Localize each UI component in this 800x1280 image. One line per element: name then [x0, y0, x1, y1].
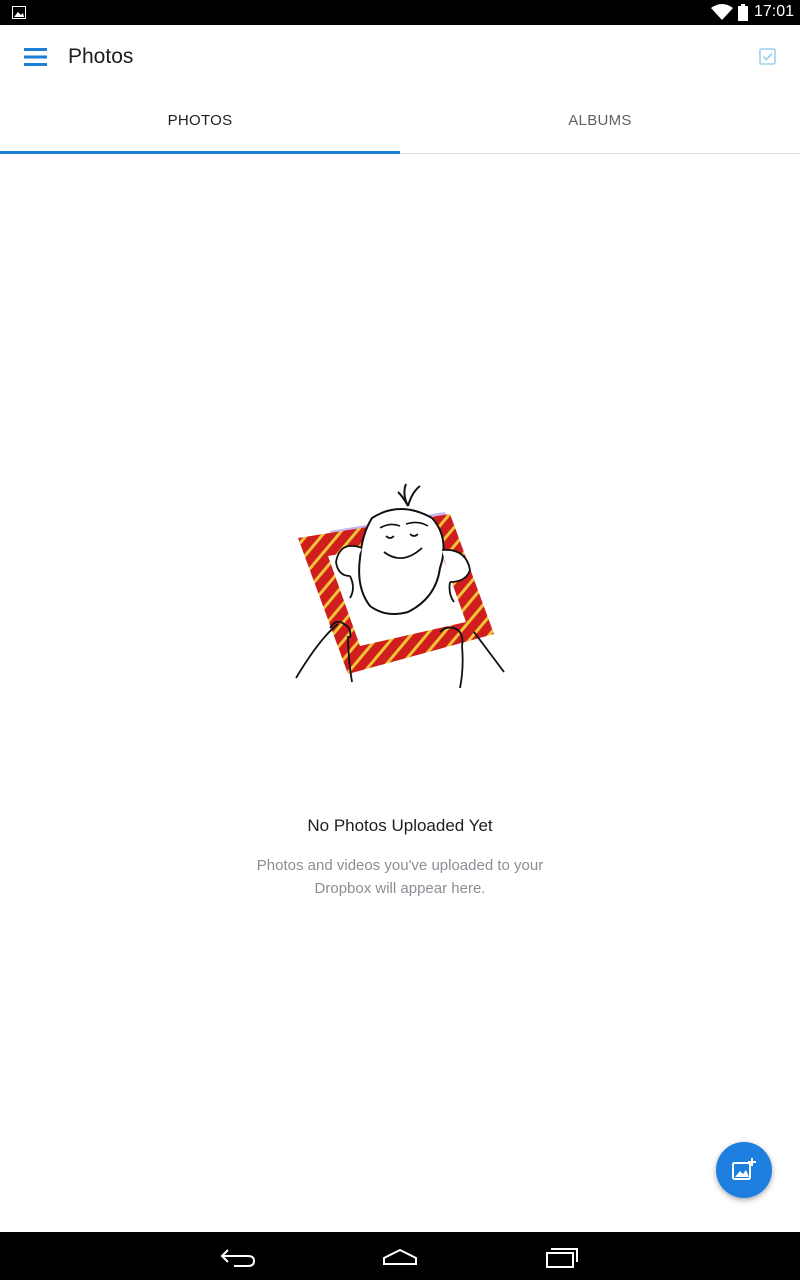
hamburger-menu-icon[interactable] [20, 43, 52, 71]
status-bar: 17:01 [0, 0, 800, 25]
app-toolbar: Photos [0, 25, 800, 89]
tab-bar: PHOTOS ALBUMS [0, 89, 800, 154]
empty-state-title: No Photos Uploaded Yet [307, 816, 493, 835]
empty-state-description: Photos and videos you've uploaded to you… [256, 857, 544, 897]
checkbox-select-icon[interactable] [756, 45, 780, 69]
add-photo-button[interactable] [716, 1142, 772, 1198]
home-icon[interactable] [380, 1244, 420, 1270]
tab-photos[interactable]: PHOTOS [0, 89, 400, 153]
recents-icon[interactable] [543, 1244, 583, 1270]
image-notification-icon [12, 6, 26, 19]
battery-icon [738, 4, 748, 21]
empty-photos-illustration [295, 483, 505, 689]
status-time: 17:01 [754, 3, 795, 20]
wifi-icon [711, 4, 733, 20]
tab-albums[interactable]: ALBUMS [400, 89, 800, 153]
tab-indicator [0, 151, 400, 154]
back-icon[interactable] [218, 1244, 258, 1270]
system-nav-bar [0, 1232, 800, 1280]
page-title: Photos [68, 45, 134, 68]
add-photo-icon [732, 1158, 756, 1180]
